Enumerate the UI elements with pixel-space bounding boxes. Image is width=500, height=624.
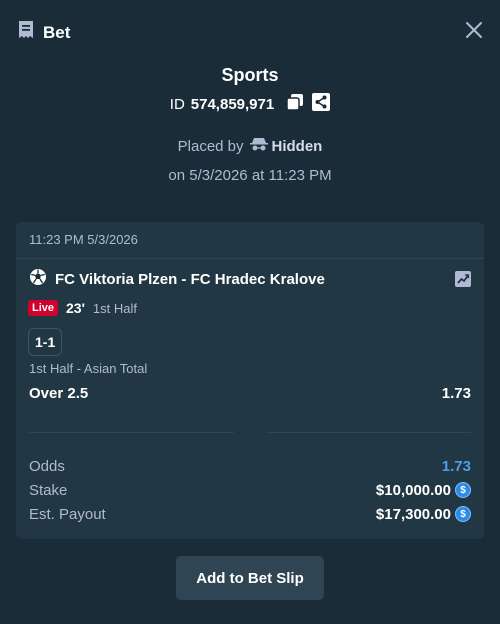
divider bbox=[266, 432, 471, 433]
selection-row: Over 2.5 1.73 bbox=[29, 385, 471, 402]
stake-value-group: $10,000.00 $ bbox=[376, 482, 471, 499]
add-to-bet-slip-button[interactable]: Add to Bet Slip bbox=[176, 556, 324, 600]
modal-title: Bet bbox=[17, 20, 70, 45]
sport-title: Sports bbox=[221, 65, 279, 85]
divider bbox=[29, 432, 234, 433]
market-name: 1st Half - Asian Total bbox=[29, 361, 148, 376]
live-badge: Live bbox=[28, 300, 59, 316]
incognito-icon bbox=[249, 137, 268, 155]
score-badge: 1-1 bbox=[28, 328, 63, 356]
stake-label: Stake bbox=[29, 481, 68, 499]
bet-id-label: ID bbox=[169, 95, 185, 113]
odds-label: Odds bbox=[29, 457, 65, 475]
bet-card: 11:23 PM 5/3/2026 FC Viktoria Plzen - FC… bbox=[16, 222, 484, 539]
odds-value: 1.73 bbox=[441, 457, 471, 475]
receipt-icon bbox=[17, 20, 35, 45]
modal-header: Bet bbox=[0, 0, 500, 62]
placed-date: on 5/3/2026 at 11:23 PM bbox=[168, 167, 332, 184]
share-icon[interactable] bbox=[312, 93, 331, 115]
bet-summary-header: Sports ID 574,859,971 Placed by Hidden o… bbox=[0, 62, 500, 184]
stake-row: Stake $10,000.00 $ bbox=[29, 478, 471, 502]
selection-odds: 1.73 bbox=[441, 385, 471, 402]
match-minute: 23' bbox=[66, 300, 85, 316]
usd-coin-icon: $ bbox=[455, 506, 471, 522]
placed-by-row: Placed by Hidden bbox=[0, 137, 500, 155]
placed-by-label: Placed by bbox=[177, 137, 244, 155]
copy-icon[interactable] bbox=[286, 93, 304, 115]
placed-by-user: Hidden bbox=[249, 137, 323, 155]
payout-label: Est. Payout bbox=[29, 505, 106, 523]
payout-row: Est. Payout $17,300.00 $ bbox=[29, 502, 471, 526]
close-icon[interactable] bbox=[465, 21, 483, 39]
payout-value: $17,300.00 bbox=[375, 505, 451, 523]
bet-id-value: 574,859,971 bbox=[190, 95, 275, 113]
trend-chart-icon[interactable] bbox=[455, 271, 471, 287]
usd-coin-icon: $ bbox=[455, 482, 471, 498]
match-name: FC Viktoria Plzen - FC Hradec Kralove bbox=[55, 270, 325, 288]
selection-name: Over 2.5 bbox=[29, 385, 89, 402]
payout-value-group: $17,300.00 $ bbox=[376, 506, 471, 523]
live-status-row: Live 23' 1st Half bbox=[28, 300, 137, 316]
bet-timestamp: 11:23 PM 5/3/2026 bbox=[16, 222, 484, 259]
bet-totals: Odds 1.73 Stake $10,000.00 $ Est. Payout… bbox=[29, 454, 471, 526]
soccer-ball-icon bbox=[29, 268, 47, 290]
stake-value: $10,000.00 bbox=[375, 481, 451, 499]
match-period: 1st Half bbox=[92, 300, 137, 316]
bet-id-row: ID 574,859,971 bbox=[0, 93, 500, 115]
odds-row: Odds 1.73 bbox=[29, 454, 471, 478]
modal-title-text: Bet bbox=[43, 22, 71, 42]
match-row[interactable]: FC Viktoria Plzen - FC Hradec Kralove bbox=[29, 268, 325, 290]
placed-by-user-name: Hidden bbox=[271, 137, 323, 155]
